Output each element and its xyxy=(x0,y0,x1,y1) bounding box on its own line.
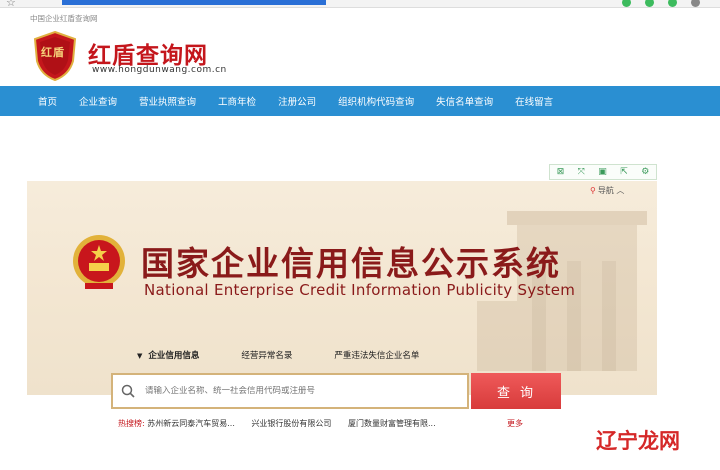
search-box xyxy=(111,373,469,409)
nav-item-register-company[interactable]: 注册公司 xyxy=(278,94,316,108)
bookmark-star-icon[interactable]: ☆ xyxy=(6,0,16,9)
system-title-english: National Enterprise Credit Information P… xyxy=(144,281,576,299)
system-title: 国家企业信用信息公示系统 xyxy=(141,244,561,283)
address-bar[interactable] xyxy=(62,0,326,5)
nav-item-license-search[interactable]: 营业执照查询 xyxy=(139,94,196,108)
hot-search-label: 热搜榜: xyxy=(118,419,145,428)
save-icon[interactable]: ▣ xyxy=(598,167,607,177)
hot-search-list: 热搜榜: 苏州新云同泰汽车贸易... 兴业银行股份有限公司 厦门数量财富管理有限… xyxy=(118,418,450,429)
national-emblem-icon xyxy=(73,235,125,289)
tab-abnormal-list[interactable]: 经营异常名录 xyxy=(241,349,292,361)
search-button[interactable]: 查询 xyxy=(471,373,561,409)
extension-icon[interactable] xyxy=(645,0,654,7)
site-logo-url: www.hongdunwang.com.cn xyxy=(92,65,227,75)
nav-item-dishonest-list[interactable]: 失信名单查询 xyxy=(436,94,493,108)
more-link[interactable]: 更多 xyxy=(507,418,523,429)
settings-icon[interactable]: ⚙ xyxy=(641,167,649,177)
nav-item-company-search[interactable]: 企业查询 xyxy=(79,94,117,108)
expand-icon[interactable]: ⤧ xyxy=(578,167,585,177)
site-tagline: 中国企业红盾查询网 xyxy=(30,14,98,23)
tab-label: 企业信用信息 xyxy=(148,351,200,361)
shield-logo-text: 红盾 xyxy=(41,46,65,59)
nav-item-message[interactable]: 在线留言 xyxy=(515,94,553,108)
bookmark-icon[interactable]: ⊠ xyxy=(557,167,565,177)
search-input[interactable] xyxy=(145,386,445,396)
nav-item-org-code-search[interactable]: 组织机构代码查询 xyxy=(338,94,414,108)
nav-item-home[interactable]: 首页 xyxy=(38,94,57,108)
browser-extensions xyxy=(622,0,700,7)
hot-search-item[interactable]: 兴业银行股份有限公司 xyxy=(251,419,331,428)
caret-down-icon: ▼ xyxy=(137,352,143,360)
site-header: 红盾 红盾查询网 www.hongdunwang.com.cn xyxy=(0,28,720,86)
watermark: 辽宁龙网 xyxy=(590,423,720,463)
hot-search-item[interactable]: 厦门数量财富管理有限... xyxy=(348,419,436,428)
extension-icon[interactable] xyxy=(668,0,677,7)
banner: ⚲ 导航 ︿ 国家企业信用信息公示系统 National Enterprise C… xyxy=(27,181,657,395)
map-nav-label: 导航 xyxy=(597,186,614,195)
search-icon xyxy=(121,384,135,398)
hot-search-item[interactable]: 苏州新云同泰汽车贸易... xyxy=(147,419,235,428)
main-nav: 首页 企业查询 营业执照查询 工商年检 注册公司 组织机构代码查询 失信名单查询… xyxy=(0,86,720,116)
share-icon[interactable]: ⇱ xyxy=(620,167,628,177)
search-tabs: ▼ 企业信用信息 经营异常名录 严重违法失信企业名单 xyxy=(137,349,461,361)
map-nav-link[interactable]: ⚲ 导航 ︿ xyxy=(590,185,624,196)
watermark-text: 辽宁龙网 xyxy=(596,428,680,453)
browser-toolbar: ☆ xyxy=(0,0,720,9)
nav-item-annual-inspection[interactable]: 工商年检 xyxy=(218,94,256,108)
tab-credit-info[interactable]: ▼ 企业信用信息 xyxy=(137,349,199,361)
tab-blacklist[interactable]: 严重违法失信企业名单 xyxy=(334,349,419,361)
extension-icon[interactable] xyxy=(622,0,631,7)
location-pin-icon: ⚲ xyxy=(590,186,596,195)
extension-icon[interactable] xyxy=(691,0,700,7)
page-tools: ⊠ ⤧ ▣ ⇱ ⚙ xyxy=(549,164,657,180)
